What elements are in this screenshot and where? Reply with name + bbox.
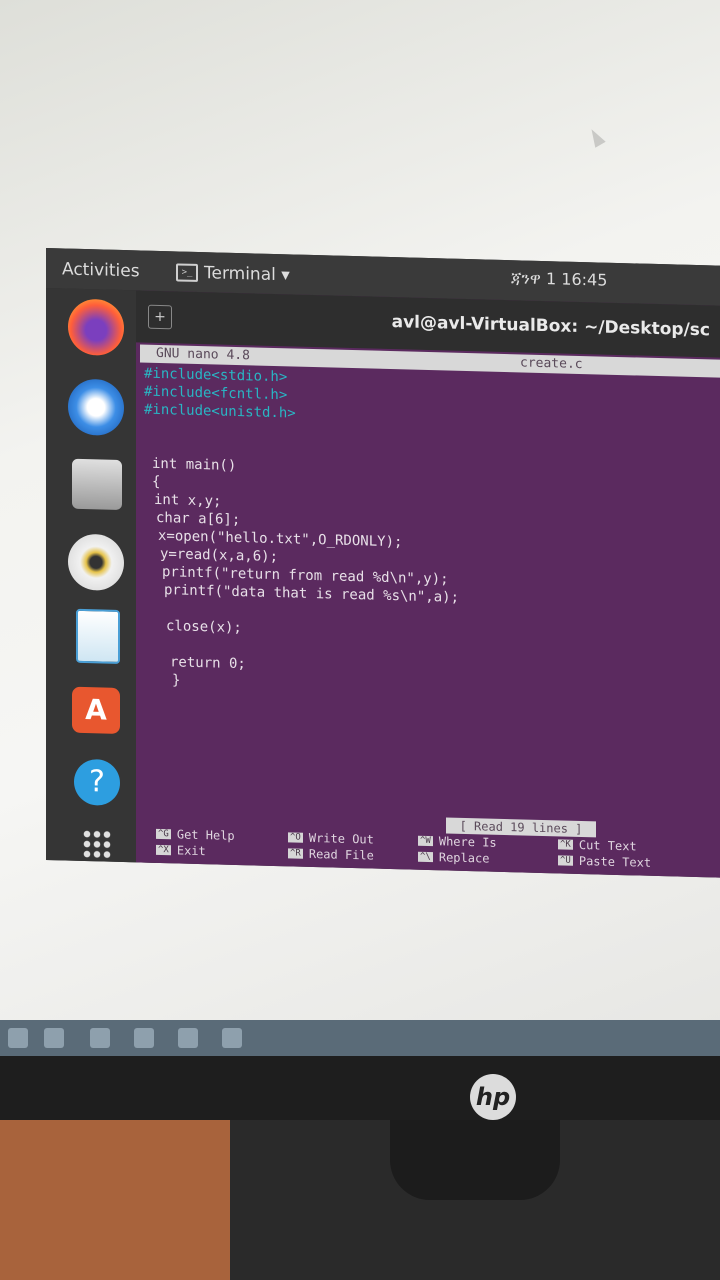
code-line: int x,y; [154,491,222,510]
help-icon[interactable]: ? [74,758,120,806]
shortcut-label: Where Is [438,834,497,850]
code-line: return 0; [170,654,246,673]
app-menu[interactable]: >_ Terminal ▾ [176,262,290,285]
shortcut-item[interactable]: ^O Write Out [288,830,374,847]
shortcut-label: Cut Text [578,837,637,854]
new-tab-button[interactable]: + [148,304,172,330]
shortcut-label: Get Help [176,827,235,843]
ubuntu-desktop: Activities >_ Terminal ▾ ጃንዋ 1 16:45 A ?… [46,248,720,878]
code-line: int main() [152,455,237,474]
shortcut-item[interactable]: ^X Exit [156,843,206,858]
monitor-bezel [0,1056,720,1126]
nano-version: GNU nano 4.8 [156,345,250,364]
shortcut-label: Replace [438,850,490,866]
code-line: } [172,672,181,689]
clock[interactable]: ጃንዋ 1 16:45 [511,268,607,291]
shortcut-label: Write Out [308,830,374,847]
firefox-icon[interactable] [68,298,124,357]
code-line: close(x); [166,618,242,637]
shortcut-key: ^O [288,832,303,843]
shortcut-key: ^\ [418,851,433,863]
virtualbox-icon[interactable] [178,1028,198,1048]
code-line: { [152,473,161,490]
explorer-icon[interactable] [134,1028,154,1048]
task-view-icon[interactable] [44,1028,64,1048]
apps-grid-icon[interactable] [82,828,112,860]
windows-taskbar [0,1020,720,1056]
shortcut-item[interactable]: ^W Where Is [418,834,497,850]
start-icon[interactable] [8,1028,28,1048]
shortcut-item[interactable]: ^U Paste Text [558,853,652,870]
edge-icon[interactable] [90,1028,110,1048]
terminal-title: avl@avl-VirtualBox: ~/Desktop/sc [391,312,710,341]
shortcut-key: ^R [288,848,303,859]
shortcut-key: ^W [418,835,433,847]
vm-window-icon[interactable] [222,1028,242,1048]
shortcut-key: ^X [156,844,171,856]
shortcut-item[interactable]: ^\ Replace [418,850,489,866]
code-line: #include<unistd.h> [144,401,296,422]
shortcut-label: Paste Text [578,853,652,870]
nano-file-name: create.c [520,355,583,373]
shortcut-item[interactable]: ^G Get Help [156,827,235,843]
shortcut-item[interactable]: ^K Cut Text [558,837,637,853]
monitor-stand [390,1120,560,1200]
software-icon[interactable]: A [72,686,120,734]
shortcut-key: ^G [156,828,171,840]
shortcut-label: Exit [176,843,206,859]
code-line: char a[6]; [156,509,241,529]
terminal-icon: >_ [176,263,198,282]
files-icon[interactable] [72,458,122,510]
writer-icon[interactable] [76,608,120,664]
desk-wood [0,1120,230,1280]
rhythmbox-icon[interactable] [68,533,124,592]
activities-button[interactable]: Activities [62,259,140,281]
terminal-window: + avl@avl-VirtualBox: ~/Desktop/sc GNU n… [136,290,720,878]
shortcut-label: Read File [308,846,374,863]
shortcut-key: ^K [558,839,573,850]
shortcut-item[interactable]: ^R Read File [288,846,374,863]
thunderbird-icon[interactable] [68,378,124,437]
app-menu-label: Terminal ▾ [204,263,290,286]
hp-logo: hp [470,1074,516,1120]
shortcut-key: ^U [558,855,573,866]
